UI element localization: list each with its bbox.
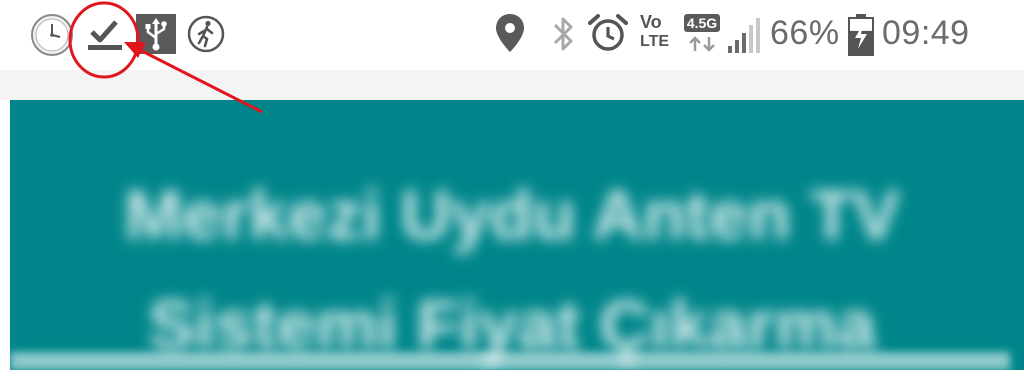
title-line-1: Merkezi Uydu Anten TV bbox=[124, 176, 900, 254]
clock-app-icon[interactable] bbox=[30, 13, 74, 57]
location-icon[interactable] bbox=[494, 12, 526, 54]
pedometer-icon[interactable] bbox=[186, 14, 226, 54]
battery-percent: 66% bbox=[770, 14, 840, 52]
app-toolbar-background bbox=[0, 70, 1024, 100]
alarm-icon[interactable] bbox=[587, 12, 629, 54]
status-time: 09:49 bbox=[882, 14, 970, 52]
status-bar: Vo LTE 4.5G 66% 09:49 bbox=[0, 0, 1024, 70]
blurred-bottom-strip bbox=[10, 352, 1010, 370]
bluetooth-icon[interactable] bbox=[549, 13, 577, 55]
battery-charging-icon bbox=[848, 14, 874, 56]
volte-icon: Vo LTE bbox=[640, 12, 676, 58]
download-complete-icon[interactable] bbox=[86, 16, 126, 52]
volte-top-label: Vo bbox=[640, 12, 662, 32]
usb-icon[interactable] bbox=[136, 14, 176, 54]
volte-bottom-label: LTE bbox=[640, 33, 670, 50]
signal-icon bbox=[728, 18, 760, 53]
blurred-page-title: Merkezi Uydu Anten TV Sistemi Fiyat Çıka… bbox=[0, 160, 1024, 380]
data-arrows-icon bbox=[689, 36, 715, 52]
network-data-icon: 4.5G bbox=[684, 14, 720, 56]
network-type-label: 4.5G bbox=[684, 14, 720, 32]
